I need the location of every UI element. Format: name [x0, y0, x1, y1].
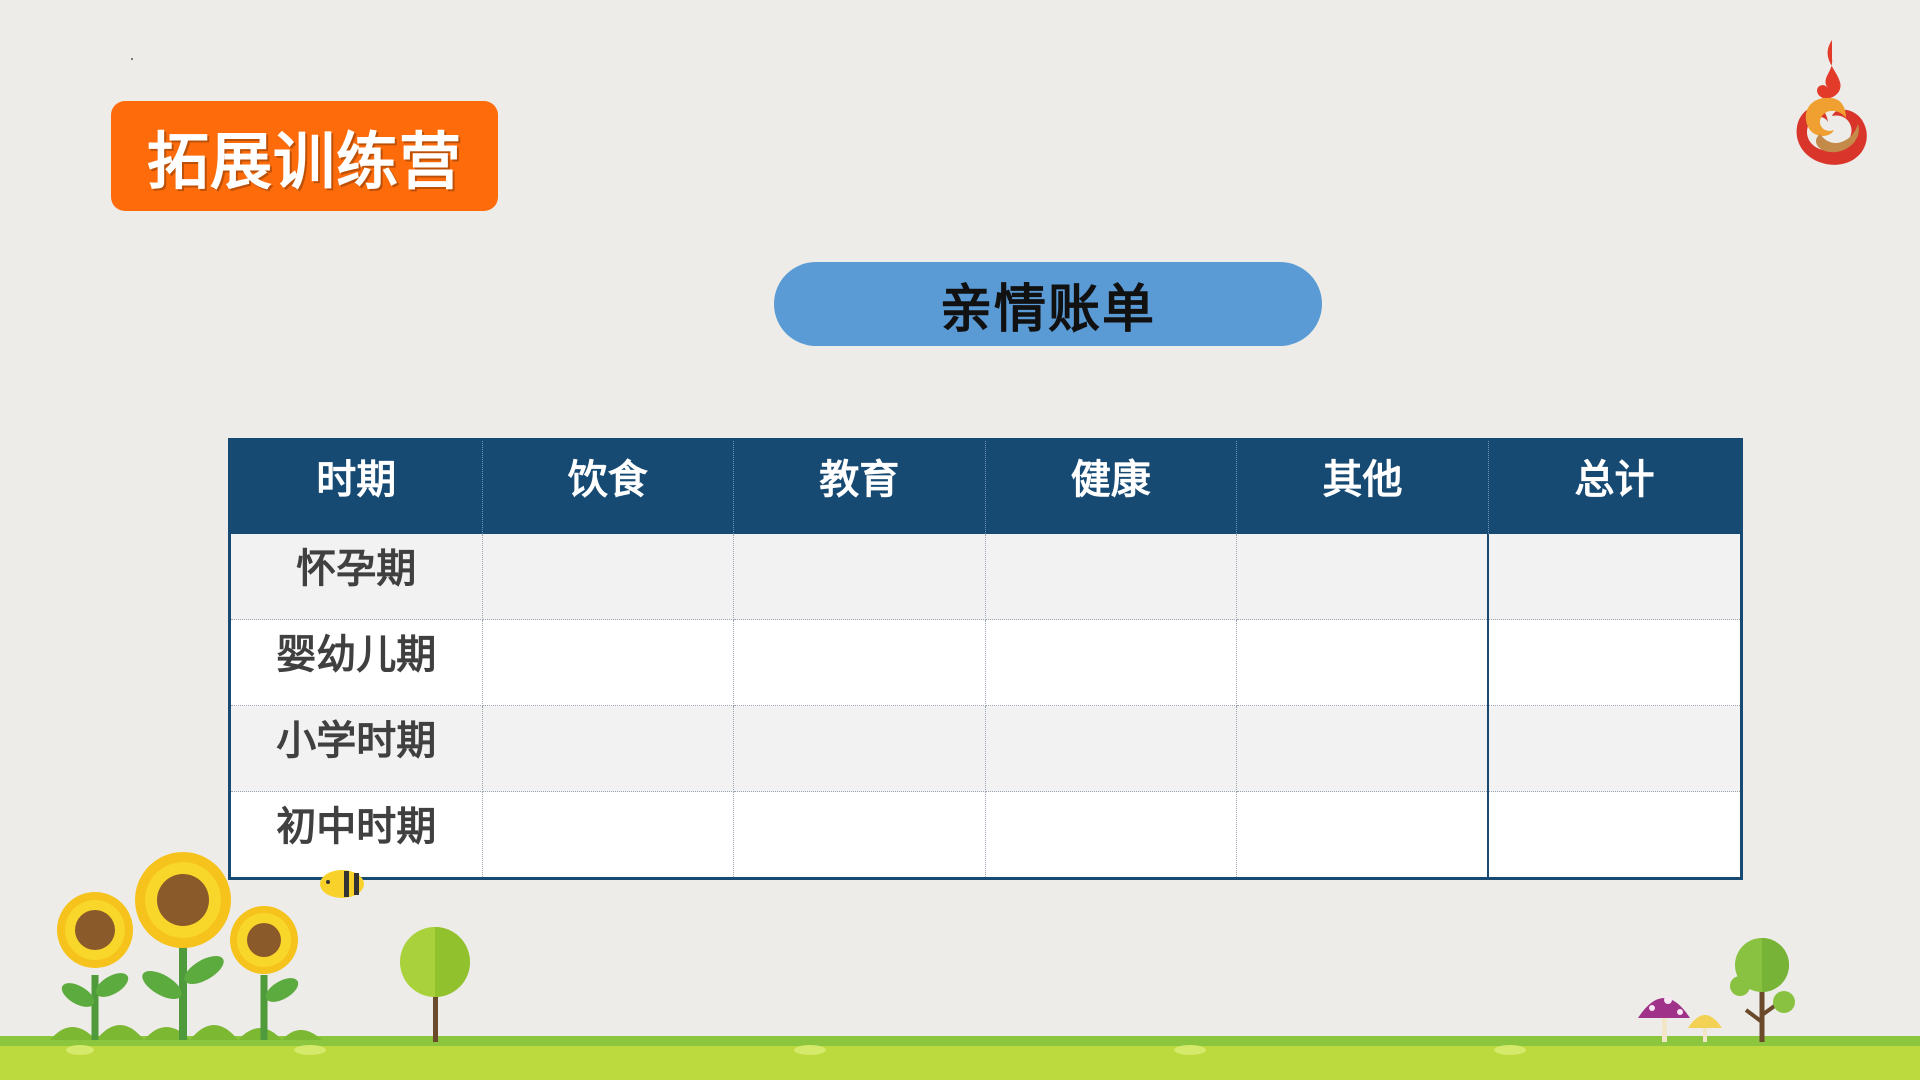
column-header-period: 时期	[229, 439, 483, 534]
table-cell	[733, 534, 986, 620]
table-cell-total	[1487, 705, 1742, 792]
badge-title: 拓展训练营	[146, 125, 462, 198]
title-badge: 拓展训练营	[111, 101, 498, 211]
table-cell	[733, 705, 986, 792]
table-cell	[1236, 534, 1489, 620]
table-cell	[733, 619, 986, 706]
row-period-label: 怀孕期	[229, 534, 483, 620]
table-cell	[985, 534, 1237, 620]
dot-mark	[131, 58, 133, 60]
row-period-label: 小学时期	[229, 705, 483, 792]
column-header-other: 其他	[1236, 439, 1489, 534]
table-cell-total	[1487, 791, 1742, 879]
swirl-logo-icon	[1796, 40, 1867, 165]
sunflower-icon	[135, 852, 231, 1040]
sunflower-icon	[57, 892, 133, 1040]
row-period-label: 婴幼儿期	[229, 619, 483, 706]
table-cell	[482, 619, 734, 706]
column-header-health: 健康	[985, 439, 1237, 534]
column-header-food: 饮食	[482, 439, 734, 534]
grass-ground	[0, 1025, 1920, 1080]
section-pill: 亲情账单	[774, 262, 1322, 346]
table-cell	[482, 534, 734, 620]
table-cell	[1236, 619, 1489, 706]
tree-icon	[1730, 938, 1795, 1042]
table-cell	[482, 705, 734, 792]
column-header-education: 教育	[733, 439, 986, 534]
section-title: 亲情账单	[939, 279, 1156, 340]
column-header-total: 总计	[1488, 439, 1742, 534]
table-row: 小学时期	[229, 705, 1742, 792]
table-cell-total	[1487, 534, 1742, 620]
row-period-label: 初中时期	[229, 791, 483, 879]
table-row: 婴幼儿期	[229, 619, 1742, 706]
table-cell	[985, 705, 1237, 792]
table-cell	[482, 791, 734, 879]
mushroom-icon	[1688, 1015, 1722, 1042]
sunflower-icon	[230, 906, 299, 1040]
table-row: 初中时期	[229, 791, 1742, 879]
table-cell	[985, 619, 1237, 706]
table-cell	[733, 791, 986, 879]
mushroom-icon	[1638, 996, 1690, 1042]
table-header-row: 时期 饮食 教育 健康 其他 总计	[229, 439, 1742, 534]
table-cell	[1236, 705, 1489, 792]
table-cell	[1236, 791, 1489, 879]
bill-table: 时期 饮食 教育 健康 其他 总计 怀孕期 婴幼儿期 小学时期 初中时期	[228, 438, 1743, 880]
table-cell	[985, 791, 1237, 879]
tree-icon	[400, 927, 470, 1042]
table-cell-total	[1487, 619, 1742, 706]
table-row: 怀孕期	[229, 534, 1742, 620]
